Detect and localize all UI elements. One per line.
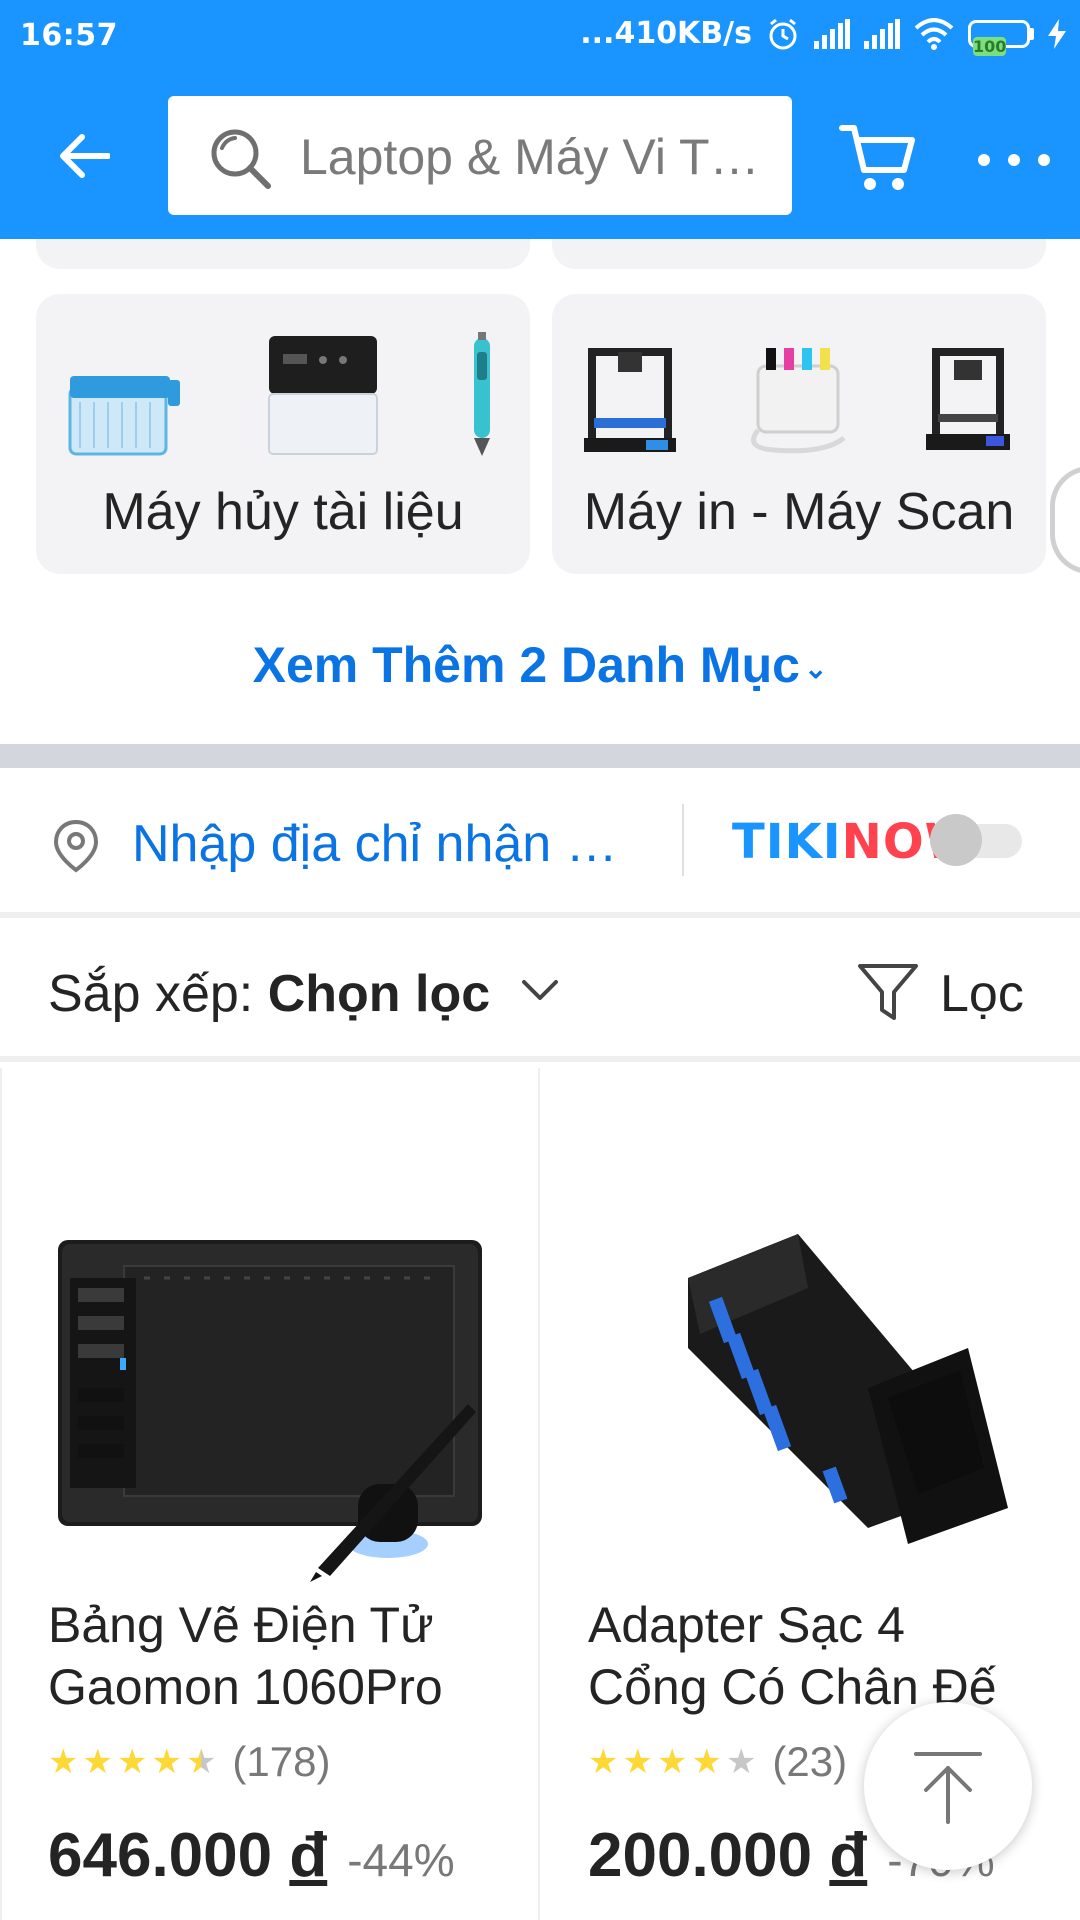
filter-icon[interactable] (856, 960, 920, 1024)
discount-badge: -44% (347, 1834, 455, 1886)
category-label: Máy hủy tài liệu (102, 483, 464, 541)
3d-printer-image-2 (926, 348, 1010, 450)
star-empty-icon: ★ (725, 1743, 757, 1781)
sort-filter-bar: Sắp xếp: Chọn lọc Lọc (0, 918, 1080, 1062)
review-count: (23) (772, 1738, 848, 1785)
more-button[interactable] (978, 140, 1050, 180)
charging-icon (1048, 18, 1066, 49)
product-name: Bảng Vẽ Điện Tử Gaomon 1060Pro (48, 1597, 443, 1715)
rating-stars: ★ ★ ★ ★ ★ (48, 1745, 216, 1779)
network-speed: ...410KB/s (580, 16, 752, 51)
back-button[interactable] (44, 120, 124, 192)
more-icon-dot (1008, 154, 1020, 166)
category-card-printer[interactable]: Máy in - Máy Scan (552, 294, 1046, 574)
review-count: (178) (232, 1738, 331, 1785)
search-input[interactable]: Laptop & Máy Vi Tính (300, 128, 770, 186)
status-bar: 16:57 ...410KB/s 100 (0, 0, 1080, 72)
product-rating: ★ ★ ★ ★ ★ (178) (48, 1738, 330, 1786)
cart-icon (839, 125, 915, 190)
signal-icon-2 (864, 18, 900, 49)
filter-button[interactable]: Lọc (940, 964, 1024, 1024)
ink-system-image (751, 348, 846, 454)
3d-printer-image (584, 348, 676, 452)
star-icon: ★ (82, 1743, 113, 1781)
star-icon: ★ (588, 1743, 619, 1781)
category-scroll-edge (1050, 466, 1080, 574)
delivery-address-row: Nhập địa chỉ nhận hàng TIKINOW (0, 768, 1080, 914)
status-time: 16:57 (20, 18, 118, 53)
tikinow-toggle[interactable] (930, 810, 1028, 870)
category-card-partial[interactable] (36, 239, 530, 269)
see-more-categories-link[interactable]: Xem Thêm 2 Danh Mục ⌄ (0, 636, 1080, 694)
location-pin-icon (53, 819, 99, 873)
product-name: Adapter Sạc 4 Cổng Có Chân Đế (588, 1597, 997, 1715)
star-half-icon: ★ (185, 1743, 217, 1781)
arrow-up-icon (914, 1752, 982, 1824)
scroll-to-top-button[interactable] (864, 1702, 1032, 1870)
product-price-row: 646.000 đ -44% (48, 1820, 455, 1891)
alarm-icon (769, 18, 797, 49)
product-price: 646.000 đ (48, 1821, 328, 1890)
product-price: 200.000 đ (588, 1821, 868, 1890)
rating-stars: ★ ★ ★ ★ ★ (588, 1745, 756, 1779)
search-bar[interactable]: Laptop & Máy Vi Tính (168, 96, 792, 215)
app-header: 16:57 ...410KB/s 100 Laptop & Máy Vi Tín… (0, 0, 1080, 239)
paper-shredder-image (268, 336, 378, 455)
product-card[interactable]: Bảng Vẽ Điện Tử Gaomon 1060Pro ★ ★ ★ ★ ★… (0, 1068, 538, 1920)
star-icon: ★ (48, 1743, 79, 1781)
category-images (580, 328, 1018, 458)
product-image-usb-hub (688, 1234, 1008, 1548)
section-divider (0, 744, 1080, 768)
wifi-icon (914, 17, 954, 50)
category-card-partial[interactable] (552, 239, 1046, 269)
3d-pen-image (474, 332, 490, 456)
sort-prefix: Sắp xếp: (48, 965, 268, 1023)
chevron-down-icon[interactable] (520, 976, 560, 1004)
star-icon: ★ (656, 1743, 688, 1781)
sort-dropdown[interactable]: Sắp xếp: Chọn lọc (48, 964, 490, 1024)
shredder-image (68, 376, 180, 456)
see-more-label: Xem Thêm 2 Danh Mục (252, 637, 800, 693)
star-icon: ★ (691, 1743, 722, 1781)
star-icon: ★ (151, 1743, 182, 1781)
product-image-drawing-tablet (58, 1240, 482, 1582)
cart-button[interactable] (838, 118, 918, 198)
star-icon: ★ (116, 1743, 148, 1781)
more-icon-dot (978, 154, 990, 166)
battery-icon: 100 (968, 19, 1034, 56)
search-icon (211, 129, 271, 189)
star-icon: ★ (622, 1743, 653, 1781)
status-icons: ...410KB/s 100 (580, 16, 1066, 56)
back-arrow-icon (60, 134, 110, 178)
more-icon-dot (1038, 154, 1050, 166)
sort-value: Chọn lọc (267, 965, 491, 1023)
category-card-shredder[interactable]: Máy hủy tài liệu (36, 294, 530, 574)
chevron-down-icon: ⌄ (803, 653, 828, 685)
category-label: Máy in - Máy Scan (583, 483, 1015, 541)
category-images (64, 328, 502, 458)
product-rating: ★ ★ ★ ★ ★ (23) (588, 1738, 847, 1786)
address-input[interactable]: Nhập địa chỉ nhận hàng (132, 814, 632, 874)
vertical-divider (682, 804, 684, 876)
toggle-knob (930, 814, 982, 866)
signal-icon (814, 18, 850, 49)
